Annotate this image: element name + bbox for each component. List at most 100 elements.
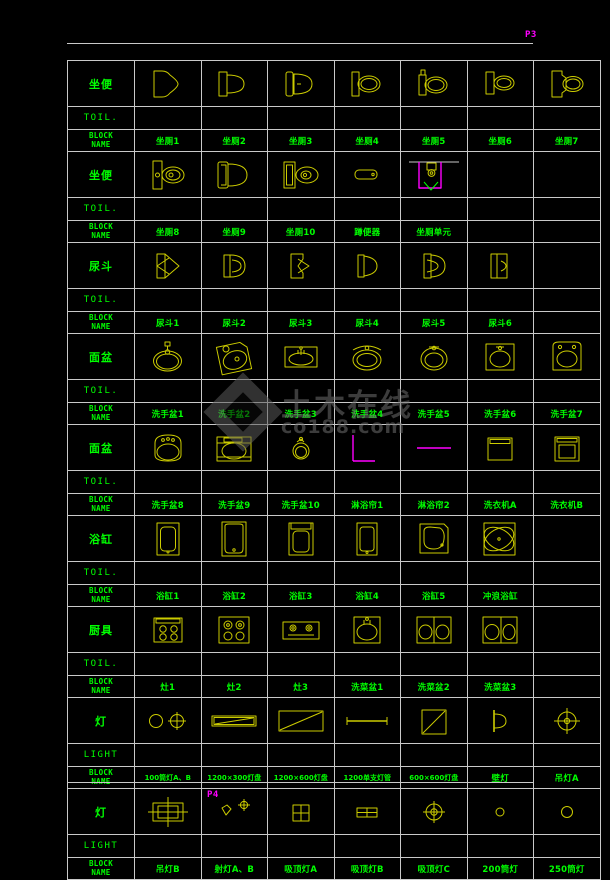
- block-name-cell[interactable]: 浴缸2: [200, 584, 268, 607]
- block-symbol-ceiling-light-b[interactable]: [333, 788, 401, 835]
- block-name-cell[interactable]: 冲浪浴缸: [466, 584, 534, 607]
- block-name-cell[interactable]: 1200×300灯盘: [200, 766, 268, 789]
- block-name-cell[interactable]: 浴缸3: [267, 584, 335, 607]
- block-symbol-basin-6[interactable]: [466, 333, 534, 380]
- block-name-cell[interactable]: 坐厕3: [267, 129, 335, 152]
- block-name-cell[interactable]: 洗手盆1: [134, 402, 202, 425]
- block-name-cell[interactable]: 浴缸1: [134, 584, 202, 607]
- block-name-cell[interactable]: 200筒灯: [466, 857, 534, 880]
- block-symbol-basin-2[interactable]: [200, 333, 268, 380]
- block-name-cell[interactable]: 洗手盆2: [200, 402, 268, 425]
- block-name-cell[interactable]: 洗手盆7: [533, 402, 601, 425]
- block-symbol-downlight-200[interactable]: [466, 788, 534, 835]
- block-symbol-toilet-plan-7[interactable]: [533, 60, 601, 107]
- block-symbol-downlight-250[interactable]: [533, 788, 601, 835]
- block-name-cell[interactable]: 吊灯A: [533, 766, 601, 789]
- block-name-cell[interactable]: 蹲便器: [333, 220, 401, 243]
- block-name-cell[interactable]: 射灯A、B: [200, 857, 268, 880]
- block-name-cell[interactable]: 洗手盆3: [267, 402, 335, 425]
- block-name-cell[interactable]: 淋浴帘2: [400, 493, 468, 516]
- block-symbol-urinal-6[interactable]: [466, 242, 534, 289]
- block-symbol-pendant-a[interactable]: [533, 697, 601, 744]
- block-symbol-lamp-tray-600x600[interactable]: [400, 697, 468, 744]
- block-symbol-shower-curtain-1[interactable]: [333, 424, 401, 471]
- block-symbol-urinal-4[interactable]: [333, 242, 401, 289]
- block-name-cell[interactable]: 吸顶灯C: [400, 857, 468, 880]
- block-symbol-bathtub-3[interactable]: [267, 515, 335, 562]
- block-name-cell[interactable]: 洗衣机A: [466, 493, 534, 516]
- block-symbol-urinal-1[interactable]: [134, 242, 202, 289]
- block-name-cell[interactable]: 尿斗3: [267, 311, 335, 334]
- block-name-cell[interactable]: 坐厕5: [400, 129, 468, 152]
- block-name-cell[interactable]: 250筒灯: [533, 857, 601, 880]
- block-symbol-wall-light[interactable]: [466, 697, 534, 744]
- block-name-cell[interactable]: 洗手盆4: [333, 402, 401, 425]
- block-symbol-pendant-b[interactable]: [134, 788, 202, 835]
- block-symbol-kitchen-sink-2[interactable]: [400, 606, 468, 653]
- block-symbol-toilet-plan-4[interactable]: [333, 60, 401, 107]
- block-symbol-urinal-5[interactable]: [400, 242, 468, 289]
- block-symbol-single-tube-1200[interactable]: [333, 697, 401, 744]
- block-name-cell[interactable]: 1200×600灯盘: [267, 766, 335, 789]
- block-name-cell[interactable]: 灶2: [200, 675, 268, 698]
- block-name-cell[interactable]: 坐厕单元: [400, 220, 468, 243]
- block-symbol-toilet-unit[interactable]: [400, 151, 468, 198]
- block-symbol-cooktop-3[interactable]: [267, 606, 335, 653]
- block-name-cell[interactable]: 洗菜盆3: [466, 675, 534, 698]
- block-name-cell[interactable]: 洗衣机B: [533, 493, 601, 516]
- block-symbol-basin-4[interactable]: [333, 333, 401, 380]
- block-symbol-kitchen-sink-1[interactable]: [333, 606, 401, 653]
- block-symbol-bathtub-5[interactable]: [400, 515, 468, 562]
- block-name-cell[interactable]: 吊灯B: [134, 857, 202, 880]
- block-name-cell[interactable]: 600×600灯盘: [400, 766, 468, 789]
- block-name-cell[interactable]: 坐厕2: [200, 129, 268, 152]
- block-symbol-washer-a[interactable]: [466, 424, 534, 471]
- block-name-cell[interactable]: 尿斗4: [333, 311, 401, 334]
- block-symbol-toilet-plan-2[interactable]: [200, 60, 268, 107]
- block-symbol-cooktop-2[interactable]: [200, 606, 268, 653]
- block-name-cell[interactable]: 坐厕7: [533, 129, 601, 152]
- block-name-cell[interactable]: 尿斗1: [134, 311, 202, 334]
- block-name-cell[interactable]: 灶3: [267, 675, 335, 698]
- block-symbol-basin-3[interactable]: [267, 333, 335, 380]
- block-name-cell[interactable]: 坐厕8: [134, 220, 202, 243]
- block-name-cell[interactable]: 洗菜盆2: [400, 675, 468, 698]
- block-name-cell[interactable]: 洗手盆8: [134, 493, 202, 516]
- block-name-cell[interactable]: 吸顶灯B: [333, 857, 401, 880]
- block-name-cell[interactable]: 浴缸4: [333, 584, 401, 607]
- block-symbol-ceiling-light-c[interactable]: [400, 788, 468, 835]
- block-symbol-toilet-plan-9[interactable]: [200, 151, 268, 198]
- block-symbol-ceiling-light-a[interactable]: [267, 788, 335, 835]
- block-name-cell[interactable]: 1200单支灯管: [333, 766, 401, 789]
- block-name-cell[interactable]: 100筒灯A、B: [134, 766, 202, 789]
- block-symbol-basin-10[interactable]: [267, 424, 335, 471]
- block-name-cell[interactable]: 洗菜盆1: [333, 675, 401, 698]
- block-name-cell[interactable]: 坐厕9: [200, 220, 268, 243]
- block-symbol-bathtub-2[interactable]: [200, 515, 268, 562]
- block-symbol-lamp-tray-1200x300[interactable]: [200, 697, 268, 744]
- block-symbol-toilet-plan-1[interactable]: [134, 60, 202, 107]
- block-symbol-toilet-plan-8[interactable]: [134, 151, 202, 198]
- block-symbol-cooktop-1[interactable]: [134, 606, 202, 653]
- block-name-cell[interactable]: 洗手盆10: [267, 493, 335, 516]
- block-name-cell[interactable]: 洗手盆5: [400, 402, 468, 425]
- block-symbol-squat-pan[interactable]: [333, 151, 401, 198]
- block-name-cell[interactable]: 洗手盆6: [466, 402, 534, 425]
- block-name-cell[interactable]: 壁灯: [466, 766, 534, 789]
- block-symbol-toilet-plan-3[interactable]: [267, 60, 335, 107]
- block-symbol-bathtub-1[interactable]: [134, 515, 202, 562]
- block-symbol-toilet-plan-5[interactable]: [400, 60, 468, 107]
- block-symbol-basin-9[interactable]: [200, 424, 268, 471]
- block-symbol-jacuzzi[interactable]: [466, 515, 534, 562]
- block-symbol-downlight-ab[interactable]: [134, 697, 202, 744]
- block-name-cell[interactable]: 吸顶灯A: [267, 857, 335, 880]
- block-symbol-basin-8[interactable]: [134, 424, 202, 471]
- block-name-cell[interactable]: 浴缸5: [400, 584, 468, 607]
- block-symbol-urinal-3[interactable]: [267, 242, 335, 289]
- block-name-cell[interactable]: 坐厕4: [333, 129, 401, 152]
- block-symbol-basin-7[interactable]: [533, 333, 601, 380]
- block-symbol-shower-curtain-2[interactable]: [400, 424, 468, 471]
- block-name-cell[interactable]: 淋浴帘1: [333, 493, 401, 516]
- block-name-cell[interactable]: 坐厕10: [267, 220, 335, 243]
- block-symbol-washer-b[interactable]: [533, 424, 601, 471]
